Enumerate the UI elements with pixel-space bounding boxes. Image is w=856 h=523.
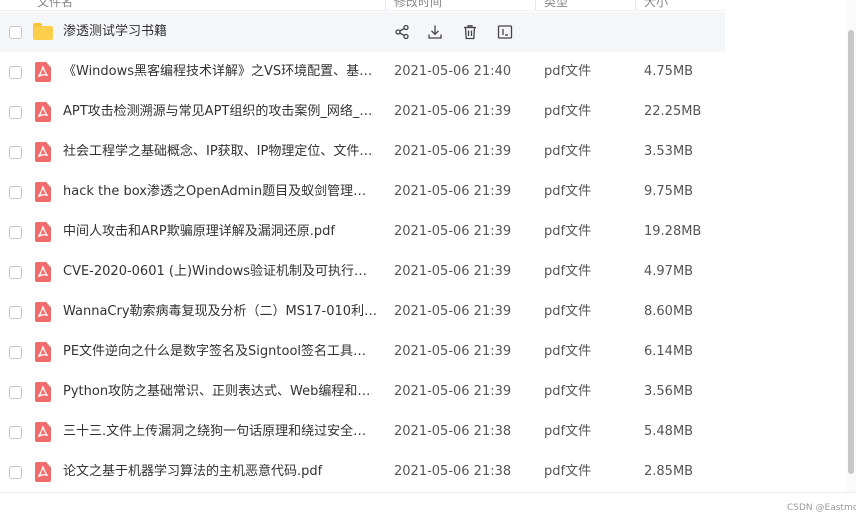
- row-checkbox[interactable]: [9, 466, 22, 479]
- row-checkbox[interactable]: [9, 186, 22, 199]
- file-size: 4.97MB: [644, 264, 694, 279]
- file-row[interactable]: Python攻防之基础常识、正则表达式、Web编程和套接字通信.pdf 2021…: [0, 372, 725, 412]
- row-checkbox[interactable]: [9, 106, 22, 119]
- file-type: pdf文件: [544, 344, 592, 359]
- watermark: CSDN @Eastmount: [787, 503, 856, 513]
- file-name[interactable]: 论文之基于机器学习算法的主机恶意代码.pdf: [63, 464, 378, 480]
- file-row[interactable]: CVE-2020-0601 (上)Windows验证机制及可执行文件签名复现.p…: [0, 252, 725, 292]
- file-row[interactable]: 三十三.文件上传漏洞之绕狗一句话原理和绕过安全狗（六）.pdf 2021-05-…: [0, 412, 725, 452]
- pdf-file-icon: [35, 342, 51, 362]
- pdf-file-icon: [35, 422, 51, 442]
- file-name[interactable]: 社会工程学之基础概念、IP获取、IP物理定位、文件属性.pdf: [63, 144, 378, 160]
- row-checkbox[interactable]: [9, 226, 22, 239]
- file-modified-time: 2021-05-06 21:40: [394, 64, 512, 79]
- column-header-size[interactable]: 大小: [644, 0, 668, 10]
- file-name[interactable]: PE文件逆向之什么是数字签名及Signtool签名工具详解（一）.pdf: [63, 344, 378, 360]
- file-row[interactable]: 论文之基于机器学习算法的主机恶意代码.pdf 2021-05-06 21:38 …: [0, 452, 725, 492]
- vertical-scrollbar[interactable]: [846, 0, 856, 492]
- pdf-file-icon: [35, 182, 51, 202]
- file-type: pdf文件: [544, 144, 592, 159]
- file-modified-time: 2021-05-06 21:39: [394, 264, 512, 279]
- download-icon[interactable]: [426, 23, 444, 41]
- row-checkbox[interactable]: [9, 346, 22, 359]
- file-name[interactable]: CVE-2020-0601 (上)Windows验证机制及可执行文件签名复现.p…: [63, 264, 378, 280]
- pdf-file-icon: [35, 262, 51, 282]
- file-size: 3.56MB: [644, 384, 694, 399]
- file-modified-time: 2021-05-06 21:39: [394, 224, 512, 239]
- pdf-file-icon: [35, 142, 51, 162]
- column-divider: [535, 0, 536, 10]
- file-type: pdf文件: [544, 384, 592, 399]
- row-checkbox[interactable]: [9, 66, 22, 79]
- file-size: 9.75MB: [644, 184, 694, 199]
- file-size: 22.25MB: [644, 104, 702, 119]
- pdf-file-icon: [35, 102, 51, 122]
- file-type: pdf文件: [544, 264, 592, 279]
- file-type: pdf文件: [544, 464, 592, 479]
- file-name[interactable]: WannaCry勒索病毒复现及分析（二）MS17-010利用及病毒解析.pdf: [63, 304, 378, 320]
- file-modified-time: 2021-05-06 21:39: [394, 144, 512, 159]
- row-checkbox[interactable]: [9, 266, 22, 279]
- column-header-type[interactable]: 类型: [544, 0, 568, 10]
- file-name[interactable]: hack the box渗透之OpenAdmin题目及蚁剑管理员提权.pdf: [63, 184, 378, 200]
- delete-icon[interactable]: [461, 23, 479, 41]
- row-checkbox[interactable]: [9, 306, 22, 319]
- file-row[interactable]: PE文件逆向之什么是数字签名及Signtool签名工具详解（一）.pdf 202…: [0, 332, 725, 372]
- rename-icon[interactable]: [496, 23, 514, 41]
- file-row[interactable]: APT攻击检测溯源与常见APT组织的攻击案例_网络_杨秀璋的专栏.pdf 202…: [0, 92, 725, 132]
- folder-name[interactable]: 渗透测试学习书籍: [63, 24, 378, 40]
- file-row[interactable]: WannaCry勒索病毒复现及分析（二）MS17-010利用及病毒解析.pdf …: [0, 292, 725, 332]
- file-size: 5.48MB: [644, 424, 694, 439]
- pdf-file-icon: [35, 62, 51, 82]
- file-type: pdf文件: [544, 184, 592, 199]
- share-icon[interactable]: [393, 23, 411, 41]
- file-name[interactable]: 《Windows黑客编程技术详解》之VS环境配置、基础知识及DLL延迟加载详解.…: [63, 64, 378, 80]
- pdf-file-icon: [35, 382, 51, 402]
- file-name[interactable]: APT攻击检测溯源与常见APT组织的攻击案例_网络_杨秀璋的专栏.pdf: [63, 104, 378, 120]
- column-header-modified[interactable]: 修改时间: [394, 0, 442, 10]
- row-checkbox[interactable]: [9, 426, 22, 439]
- file-list: 渗透测试学习书籍 《Windows黑客编程技术详解》之VS环境配置、基础 202…: [0, 12, 725, 492]
- file-modified-time: 2021-05-06 21:39: [394, 344, 512, 359]
- file-modified-time: 2021-05-06 21:39: [394, 104, 512, 119]
- file-type: pdf文件: [544, 104, 592, 119]
- file-modified-time: 2021-05-06 21:39: [394, 184, 512, 199]
- file-row[interactable]: 社会工程学之基础概念、IP获取、IP物理定位、文件属性.pdf 2021-05-…: [0, 132, 725, 172]
- file-size: 3.53MB: [644, 144, 694, 159]
- file-row[interactable]: 中间人攻击和ARP欺骗原理详解及漏洞还原.pdf 2021-05-06 21:3…: [0, 212, 725, 252]
- file-size: 6.14MB: [644, 344, 694, 359]
- file-row[interactable]: hack the box渗透之OpenAdmin题目及蚁剑管理员提权.pdf 2…: [0, 172, 725, 212]
- column-header-name[interactable]: 文件名: [37, 0, 73, 10]
- pdf-file-icon: [35, 302, 51, 322]
- divider: [0, 492, 856, 493]
- file-size: 8.60MB: [644, 304, 694, 319]
- column-divider: [635, 0, 636, 10]
- pdf-file-icon: [35, 462, 51, 482]
- row-checkbox[interactable]: [9, 26, 22, 39]
- file-row[interactable]: 《Windows黑客编程技术详解》之VS环境配置、基础知识及DLL延迟加载详解.…: [0, 52, 725, 92]
- file-size: 4.75MB: [644, 64, 694, 79]
- file-modified-time: 2021-05-06 21:39: [394, 384, 512, 399]
- file-type: pdf文件: [544, 304, 592, 319]
- file-modified-time: 2021-05-06 21:38: [394, 464, 512, 479]
- row-checkbox[interactable]: [9, 386, 22, 399]
- column-divider: [385, 0, 386, 10]
- file-modified-time: 2021-05-06 21:39: [394, 304, 512, 319]
- file-type: pdf文件: [544, 64, 592, 79]
- pdf-file-icon: [35, 222, 51, 242]
- file-type: pdf文件: [544, 424, 592, 439]
- row-checkbox[interactable]: [9, 146, 22, 159]
- table-header: 文件名 修改时间 类型 大小: [0, 0, 725, 11]
- file-name[interactable]: Python攻防之基础常识、正则表达式、Web编程和套接字通信.pdf: [63, 384, 378, 400]
- file-name[interactable]: 三十三.文件上传漏洞之绕狗一句话原理和绕过安全狗（六）.pdf: [63, 424, 378, 440]
- file-name[interactable]: 中间人攻击和ARP欺骗原理详解及漏洞还原.pdf: [63, 224, 378, 240]
- file-size: 2.85MB: [644, 464, 694, 479]
- scrollbar-thumb[interactable]: [848, 30, 854, 474]
- folder-row[interactable]: 渗透测试学习书籍: [0, 12, 725, 52]
- file-modified-time: 2021-05-06 21:38: [394, 424, 512, 439]
- folder-icon: [33, 23, 53, 40]
- file-type: pdf文件: [544, 224, 592, 239]
- file-size: 19.28MB: [644, 224, 702, 239]
